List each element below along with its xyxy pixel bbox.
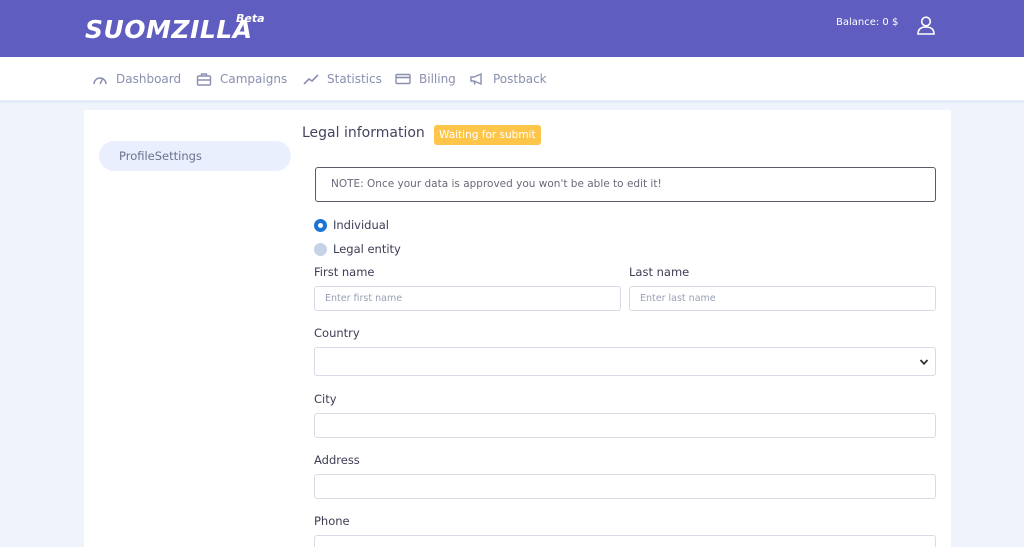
- radio-button[interactable]: [314, 242, 327, 256]
- first-name-input[interactable]: [314, 286, 621, 311]
- user-icon[interactable]: [916, 15, 936, 35]
- country-select[interactable]: [314, 347, 936, 376]
- page-title: Legal information: [302, 125, 425, 141]
- phone-input[interactable]: [314, 535, 936, 547]
- sidebar-item-profile-settings[interactable]: ProfileSettings: [99, 141, 291, 171]
- address-label: Address: [314, 453, 360, 467]
- chevron-down-icon: [919, 359, 929, 366]
- main-nav: Dashboard Campaigns Statistics Billing P…: [0, 57, 1024, 103]
- nav-label: Dashboard: [116, 72, 182, 86]
- app-logo[interactable]: SUOMZILLA: [85, 15, 253, 45]
- address-input[interactable]: [314, 474, 936, 499]
- last-name-label: Last name: [629, 265, 690, 279]
- trend-icon: [303, 74, 319, 85]
- nav-statistics[interactable]: Statistics: [303, 72, 382, 86]
- megaphone-icon: [470, 72, 482, 86]
- card-icon: [395, 73, 411, 85]
- approval-note: NOTE: Once your data is approved you won…: [315, 167, 936, 202]
- radio-individual[interactable]: Individual: [314, 218, 389, 232]
- briefcase-icon: [196, 73, 212, 86]
- nav-label: Billing: [419, 72, 456, 86]
- city-input[interactable]: [314, 413, 936, 438]
- beta-badge: Beta: [236, 12, 265, 25]
- balance-label: Balance: 0 $: [836, 17, 899, 28]
- nav-campaigns[interactable]: Campaigns: [196, 72, 287, 86]
- radio-label: Individual: [333, 218, 390, 232]
- nav-label: Postback: [493, 72, 547, 86]
- radio-legal-entity[interactable]: Legal entity: [314, 242, 401, 256]
- phone-label: Phone: [314, 514, 350, 528]
- country-label: Country: [314, 326, 360, 340]
- radio-button[interactable]: [314, 218, 327, 232]
- nav-billing[interactable]: Billing: [395, 72, 456, 86]
- nav-postback[interactable]: Postback: [469, 72, 547, 86]
- nav-label: Statistics: [327, 72, 382, 86]
- top-bar: SUOMZILLA Beta Balance: 0 $: [0, 0, 1024, 57]
- status-badge: Waiting for submit: [434, 125, 541, 145]
- nav-label: Campaigns: [220, 72, 288, 86]
- first-name-label: First name: [314, 265, 375, 279]
- gauge-icon: [93, 77, 107, 85]
- radio-label: Legal entity: [333, 242, 401, 256]
- nav-dashboard[interactable]: Dashboard: [92, 72, 181, 86]
- last-name-input[interactable]: [629, 286, 936, 311]
- city-label: City: [314, 392, 337, 406]
